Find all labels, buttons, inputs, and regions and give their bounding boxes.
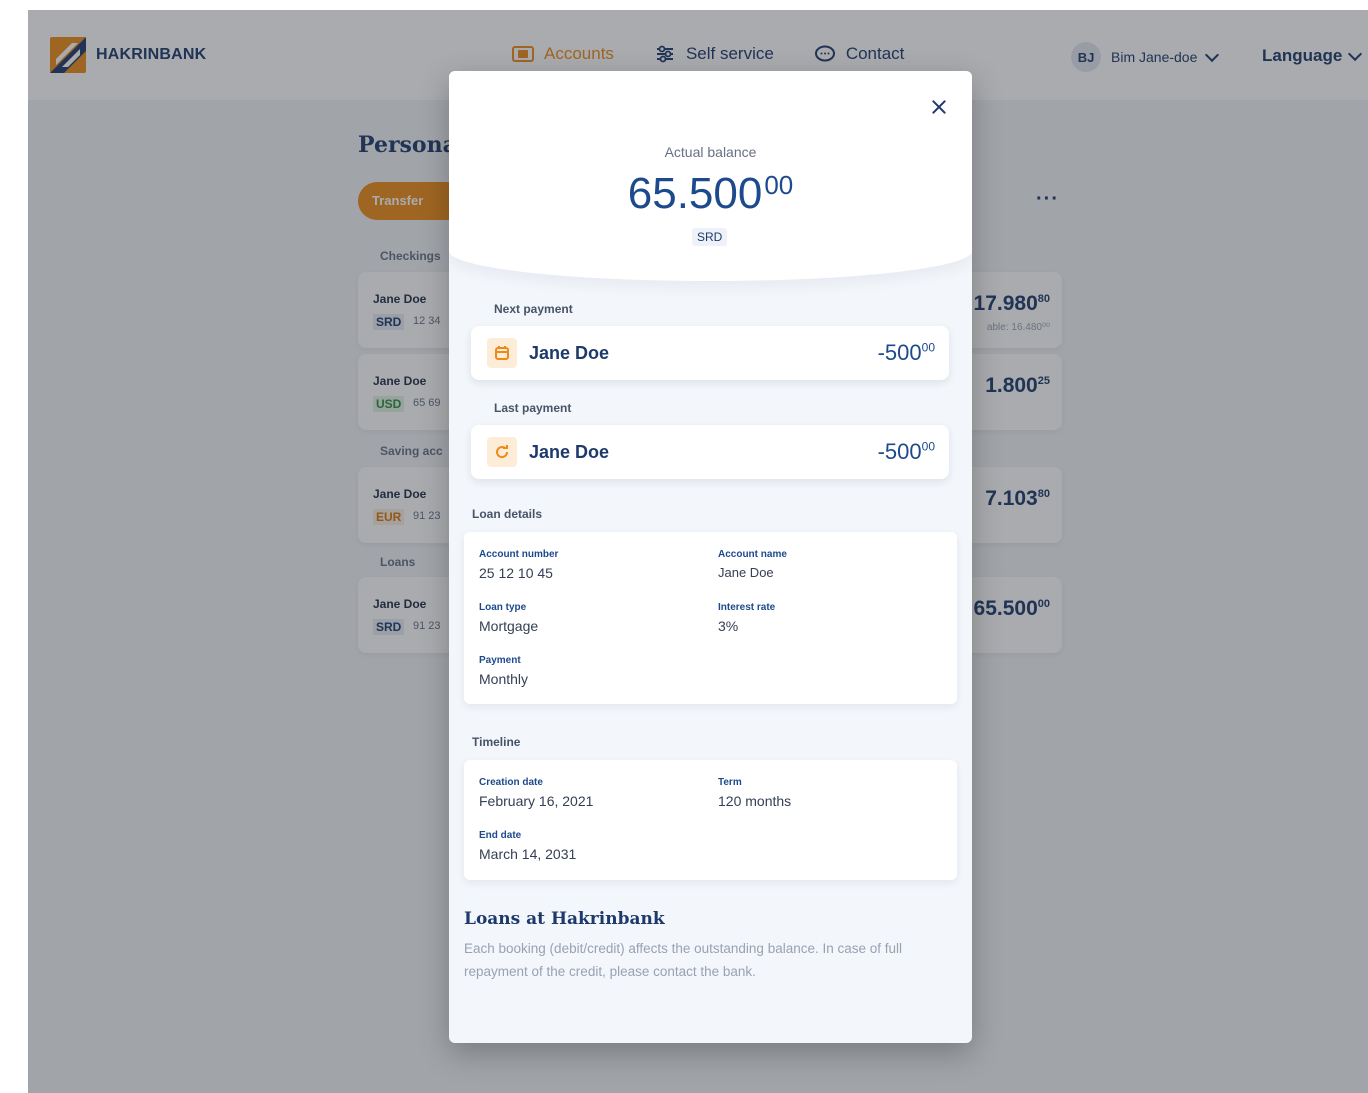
payee-name: Jane Doe bbox=[529, 442, 610, 462]
creation-date-value: February 16, 2021 bbox=[479, 793, 594, 809]
currency-badge: SRD bbox=[692, 228, 728, 246]
app-window: HAKRINBANK Accounts Self service Contact… bbox=[28, 10, 1368, 1093]
interest-rate-value: 3% bbox=[718, 618, 739, 634]
interest-rate-label: Interest rate bbox=[718, 602, 776, 613]
next-payment-label: Next payment bbox=[494, 302, 573, 316]
timeline-title: Timeline bbox=[472, 735, 521, 749]
last-payment-label: Last payment bbox=[494, 401, 572, 415]
term-label: Term bbox=[718, 777, 742, 788]
balance-header: Actual balance 65.50000 SRD bbox=[449, 71, 972, 281]
payment-amount: -50000 bbox=[878, 340, 935, 366]
balance-cents: 00 bbox=[764, 170, 794, 200]
end-date-value: March 14, 2031 bbox=[479, 846, 577, 862]
timeline-card: Creation date February 16, 2021 Term 120… bbox=[464, 760, 957, 880]
amount-cents: 00 bbox=[921, 439, 935, 454]
account-name-label: Account name bbox=[718, 549, 787, 560]
calendar-icon bbox=[487, 338, 517, 368]
account-name-value: Jane Doe bbox=[718, 565, 774, 580]
term-value: 120 months bbox=[718, 793, 792, 809]
amount-main: -500 bbox=[877, 340, 922, 365]
loan-type-label: Loan type bbox=[479, 602, 527, 613]
loan-type-value: Mortgage bbox=[479, 618, 539, 634]
balance-amount: 65.50000 bbox=[449, 169, 972, 219]
last-payment-card[interactable]: Jane Doe -50000 bbox=[471, 425, 949, 479]
payment-frequency-value: Monthly bbox=[479, 671, 529, 687]
payment-amount: -50000 bbox=[878, 439, 935, 465]
loan-details-modal: Actual balance 65.50000 SRD Next payment… bbox=[449, 71, 972, 1043]
payee-name: Jane Doe bbox=[529, 343, 610, 363]
loan-details-title: Loan details bbox=[472, 507, 543, 521]
amount-main: -500 bbox=[877, 439, 922, 464]
account-number-value: 25 12 10 45 bbox=[479, 565, 553, 581]
refresh-icon bbox=[487, 437, 517, 467]
end-date-label: End date bbox=[479, 830, 522, 841]
payment-frequency-label: Payment bbox=[479, 655, 521, 666]
creation-date-label: Creation date bbox=[479, 777, 543, 788]
next-payment-card[interactable]: Jane Doe -50000 bbox=[471, 326, 949, 380]
account-number-label: Account number bbox=[479, 549, 559, 560]
balance-label: Actual balance bbox=[664, 144, 757, 160]
balance-main: 65.500 bbox=[627, 169, 763, 218]
amount-cents: 00 bbox=[921, 340, 935, 355]
info-text: Each booking (debit/credit) affects the … bbox=[464, 941, 903, 979]
close-icon[interactable] bbox=[927, 95, 951, 119]
info-title: Loans at Hakrinbank bbox=[464, 909, 665, 929]
loan-details-card: Account number 25 12 10 45 Account name … bbox=[464, 532, 957, 704]
